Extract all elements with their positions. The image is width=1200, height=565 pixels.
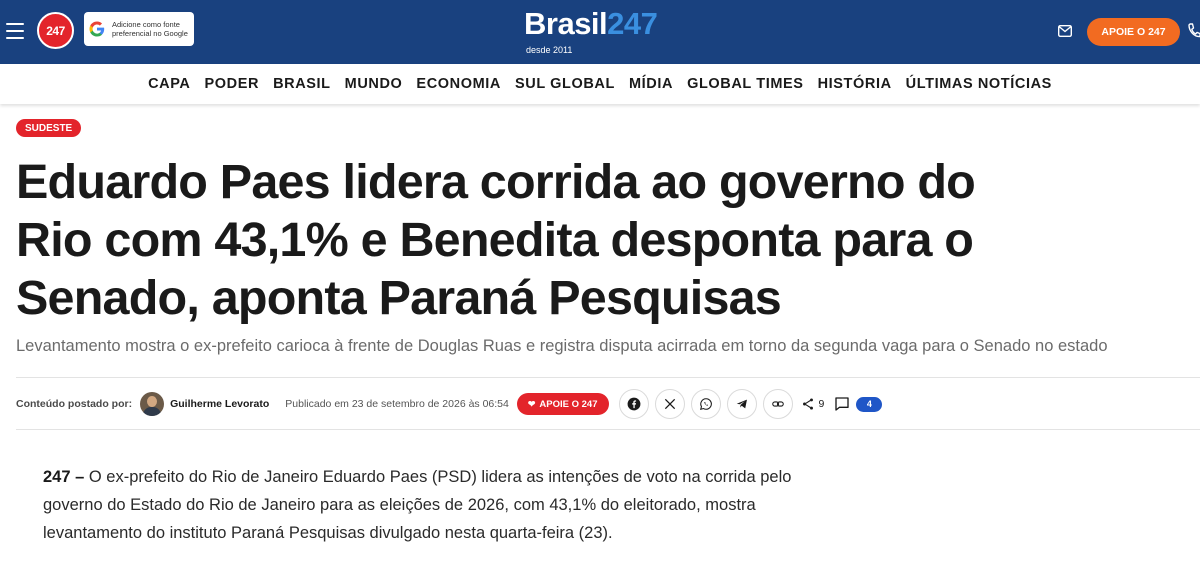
heart-icon: ❤ [527, 398, 536, 409]
article-byline: Conteúdo postado por: Guilherme Levorato… [16, 389, 883, 419]
divider [16, 377, 1200, 378]
publish-date: Publicado em 23 de setembro de 2026 às 0… [285, 398, 509, 410]
nav-item-poder[interactable]: PODER [204, 76, 259, 92]
comment-count-badge: 4 [856, 396, 883, 412]
nav-item-capa[interactable]: CAPA [148, 76, 190, 92]
category-tag[interactable]: SUDESTE [16, 119, 82, 137]
apoie-header-button[interactable]: APOIE O 247 [1087, 18, 1180, 46]
facebook-icon [627, 397, 640, 411]
whatsapp-share-button[interactable] [690, 389, 721, 419]
nav-item-economia[interactable]: ECONOMIA [416, 76, 501, 92]
mail-icon[interactable] [1058, 25, 1072, 37]
comments-button[interactable]: 4 [834, 396, 883, 412]
share-count[interactable]: 9 [801, 397, 825, 411]
nav-item-historia[interactable]: HISTÓRIA [818, 76, 892, 92]
google-icon [88, 19, 106, 39]
author-name[interactable]: Guilherme Levorato [170, 398, 269, 410]
share-icon [802, 398, 813, 410]
logo-badge-text: 247 [46, 23, 65, 38]
apoie-inline-button[interactable]: ❤ APOIE O 247 [516, 393, 609, 415]
article-subtitle: Levantamento mostra o ex-prefeito carioc… [16, 337, 1108, 355]
google-card-text: Adicione como fonte preferencial no Goog… [112, 20, 188, 38]
brand-since: desde 2011 [526, 45, 573, 55]
logo-247-badge[interactable]: 247 [37, 12, 74, 49]
nav-item-sul-global[interactable]: SUL GLOBAL [515, 76, 615, 92]
telegram-share-button[interactable] [726, 389, 757, 419]
apoie-inline-label: APOIE O 247 [539, 398, 598, 410]
google-preferred-source-button[interactable]: Adicione como fonte preferencial no Goog… [84, 12, 194, 46]
share-buttons [618, 389, 799, 419]
main-navigation: CAPA PODER BRASIL MUNDO ECONOMIA SUL GLO… [0, 64, 1200, 104]
nav-item-ultimas-noticias[interactable]: ÚLTIMAS NOTÍCIAS [906, 76, 1052, 92]
whatsapp-icon [699, 398, 712, 410]
comment-icon [835, 397, 850, 411]
nav-item-mundo[interactable]: MUNDO [345, 76, 403, 92]
copy-link-button[interactable] [762, 389, 793, 419]
x-icon [664, 398, 675, 410]
menu-icon[interactable] [6, 23, 24, 39]
site-header: 247 Adicione como fonte preferencial no … [0, 0, 1200, 64]
brand-logo[interactable]: Brasil247 desde 2011 [524, 6, 699, 56]
telegram-icon [736, 399, 747, 409]
phone-icon[interactable] [1187, 23, 1200, 40]
author-avatar[interactable] [140, 392, 165, 416]
nav-item-global-times[interactable]: GLOBAL TIMES [687, 76, 804, 92]
byline-label: Conteúdo postado por: [16, 398, 133, 410]
facebook-share-button[interactable] [618, 389, 649, 419]
body-lead: 247 – [43, 468, 85, 486]
brand-number: 247 [607, 6, 658, 41]
article-headline: Eduardo Paes lidera corrida ao governo d… [16, 155, 976, 325]
brand-word: Brasil [524, 6, 608, 41]
link-icon [771, 401, 784, 407]
x-share-button[interactable] [654, 389, 685, 419]
body-text: O ex-prefeito do Rio de Janeiro Eduardo … [43, 468, 792, 542]
divider [16, 429, 1200, 430]
nav-item-brasil[interactable]: BRASIL [273, 76, 331, 92]
nav-item-midia[interactable]: MÍDIA [629, 76, 673, 92]
article-body-paragraph: 247 – O ex-prefeito do Rio de Janeiro Ed… [43, 463, 803, 547]
share-count-value: 9 [818, 398, 825, 410]
